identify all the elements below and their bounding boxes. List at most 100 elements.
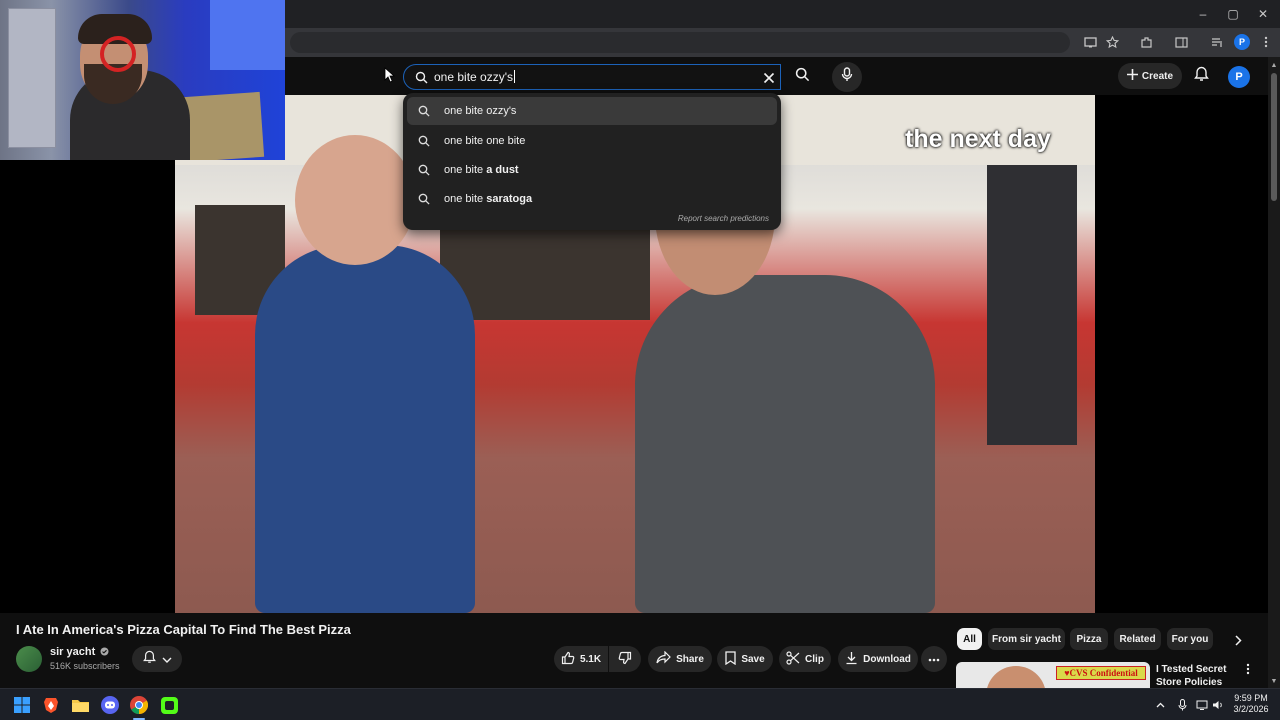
headset-icon xyxy=(100,36,136,72)
search-icon xyxy=(415,71,428,89)
suggestion-text: one bite one bite xyxy=(444,135,526,147)
bookmark-icon xyxy=(725,650,736,668)
cast-icon[interactable] xyxy=(1082,34,1098,50)
mouse-cursor-icon xyxy=(384,67,396,83)
search-icon xyxy=(418,105,440,117)
save-label: Save xyxy=(741,653,765,665)
screen: – ▢ ✕ P the next day one bite ozzy's Cre… xyxy=(0,0,1280,720)
report-search-predictions-link[interactable]: Report search predictions xyxy=(678,214,769,223)
brave-browser-icon[interactable] xyxy=(41,695,61,715)
clip-button[interactable]: Clip xyxy=(779,646,831,672)
more-actions-button[interactable] xyxy=(921,646,947,672)
video-scene-person-left xyxy=(255,245,475,613)
suggestion-item[interactable]: one bite a dust xyxy=(407,156,777,184)
scroll-down-arrow-icon[interactable]: ▼ xyxy=(1268,676,1280,688)
clip-label: Clip xyxy=(805,653,824,665)
minimize-button[interactable]: – xyxy=(1188,4,1218,24)
file-explorer-icon[interactable] xyxy=(70,695,90,715)
download-icon xyxy=(845,651,858,668)
channel-name[interactable]: sir yacht xyxy=(50,646,109,659)
video-scene-person-left-head xyxy=(295,135,415,265)
scrollbar-thumb[interactable] xyxy=(1271,73,1277,201)
media-control-icon[interactable] xyxy=(1209,34,1225,50)
suggestion-text: one bite saratoga xyxy=(444,193,533,205)
verified-badge-icon xyxy=(100,647,109,659)
suggestion-item[interactable]: one bite ozzy's xyxy=(407,97,777,125)
webcam-scene-light xyxy=(210,0,285,70)
chips-next-button[interactable] xyxy=(1228,632,1248,652)
sidepanel-icon[interactable] xyxy=(1173,34,1189,50)
clear-search-icon[interactable] xyxy=(763,71,775,89)
save-button[interactable]: Save xyxy=(717,646,773,672)
download-label: Download xyxy=(863,653,911,665)
create-label: Create xyxy=(1141,70,1174,82)
scroll-up-arrow-icon[interactable]: ▲ xyxy=(1268,60,1280,72)
close-window-button[interactable]: ✕ xyxy=(1248,4,1278,24)
search-icon xyxy=(418,193,440,205)
voice-search-button[interactable] xyxy=(832,62,862,92)
search-suggestions-dropdown: one bite ozzy's one bite one bite one bi… xyxy=(403,93,781,230)
chip-for-you[interactable]: For you xyxy=(1167,628,1213,650)
taskbar-clock[interactable]: 9:59 PM 3/2/2026 xyxy=(1228,693,1274,715)
windows-start-icon[interactable] xyxy=(12,695,32,715)
browser-profile-avatar[interactable]: P xyxy=(1234,34,1250,50)
address-bar[interactable] xyxy=(290,32,1070,53)
restore-button[interactable]: ▢ xyxy=(1218,4,1248,24)
bell-icon xyxy=(1193,66,1209,87)
discord-icon[interactable] xyxy=(100,695,120,715)
notifications-button[interactable] xyxy=(1190,65,1212,87)
streaming-app-icon[interactable] xyxy=(159,695,179,715)
subscriber-count: 516K subscribers xyxy=(50,661,120,671)
chip-from-channel[interactable]: From sir yacht xyxy=(988,628,1065,650)
tray-overflow-chevron-icon[interactable] xyxy=(1153,698,1167,712)
chrome-icon[interactable] xyxy=(129,695,149,715)
search-icon xyxy=(418,135,440,147)
suggestion-item[interactable]: one bite saratoga xyxy=(407,185,777,213)
network-tray-icon[interactable] xyxy=(1195,698,1209,712)
download-button[interactable]: Download xyxy=(838,646,918,672)
like-button[interactable]: 5.1K xyxy=(554,646,608,672)
create-button[interactable]: Create xyxy=(1118,63,1182,89)
video-overlay-caption: the next day xyxy=(905,125,1051,153)
search-icon xyxy=(795,67,810,87)
search-button[interactable] xyxy=(785,64,819,90)
bell-icon xyxy=(142,650,156,669)
microphone-tray-icon[interactable] xyxy=(1175,698,1189,712)
thumbs-up-icon xyxy=(561,651,575,668)
channel-avatar[interactable] xyxy=(16,646,42,672)
bookmark-star-icon[interactable] xyxy=(1104,34,1120,50)
volume-tray-icon[interactable] xyxy=(1211,698,1225,712)
recommended-video-title[interactable]: I Tested Secret Store Policies xyxy=(1156,663,1236,689)
suggestion-text: one bite a dust xyxy=(444,164,519,176)
share-label: Share xyxy=(676,653,704,665)
dislike-button[interactable] xyxy=(609,646,641,672)
search-input[interactable]: one bite ozzy's xyxy=(434,70,516,84)
webcam-scene-door xyxy=(8,8,56,148)
share-icon xyxy=(656,650,671,667)
microphone-icon xyxy=(841,67,853,87)
video-scene-window xyxy=(440,215,650,320)
extensions-icon[interactable] xyxy=(1138,34,1154,50)
chip-related[interactable]: Related xyxy=(1114,628,1161,650)
windows-taskbar: 9:59 PM 3/2/2026 xyxy=(0,688,1280,720)
suggestion-item[interactable]: one bite one bite xyxy=(407,127,777,155)
video-scene-person-right xyxy=(635,275,935,613)
recommended-more-button[interactable] xyxy=(1242,663,1254,679)
chevron-right-icon xyxy=(1234,633,1242,651)
clock-date: 3/2/2026 xyxy=(1233,704,1269,714)
share-button[interactable]: Share xyxy=(648,646,712,672)
recommended-video-thumbnail[interactable]: ♥CVS Confidential xyxy=(956,662,1150,690)
thumbs-down-icon xyxy=(618,651,632,668)
chip-all[interactable]: All xyxy=(957,628,982,650)
thumbnail-banner-text: ♥CVS Confidential xyxy=(1056,666,1146,680)
browser-menu-icon[interactable] xyxy=(1258,34,1274,50)
account-avatar[interactable]: P xyxy=(1228,66,1250,88)
search-box[interactable]: one bite ozzy's xyxy=(403,64,781,90)
more-horizontal-icon xyxy=(928,654,940,665)
chip-pizza[interactable]: Pizza xyxy=(1070,628,1108,650)
video-scene-door xyxy=(987,165,1077,445)
suggestion-text: one bite ozzy's xyxy=(444,105,517,117)
webcam-overlay xyxy=(0,0,285,160)
video-title: I Ate In America's Pizza Capital To Find… xyxy=(16,622,351,637)
subscription-notifications-button[interactable] xyxy=(132,646,182,672)
